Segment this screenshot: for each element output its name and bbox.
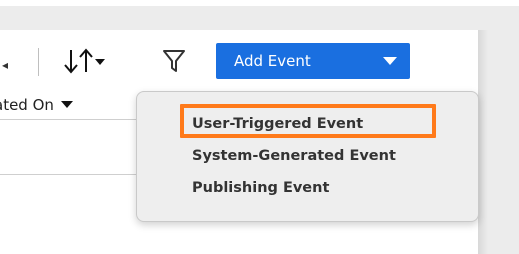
menu-item-publishing-event[interactable]: Publishing Event: [192, 180, 329, 196]
sort-button[interactable]: [62, 44, 132, 78]
filter-button[interactable]: [160, 46, 188, 76]
table-row-divider: [0, 174, 140, 175]
column-header-created-on[interactable]: ated On: [0, 92, 140, 118]
menu-item-user-triggered-event[interactable]: User-Triggered Event: [192, 116, 363, 132]
add-event-label: Add Event: [234, 52, 311, 70]
table-row-divider: [0, 119, 140, 120]
caret-down-icon: [60, 101, 73, 108]
previous-toolbar-icon-fragment[interactable]: ◂: [2, 58, 8, 72]
toolbar-divider: [38, 48, 39, 76]
column-header-label: ated On: [0, 96, 54, 114]
add-event-button[interactable]: Add Event: [216, 43, 410, 79]
panel-shadow: [478, 30, 488, 254]
funnel-icon: [163, 50, 185, 72]
window-top-edge: [0, 0, 519, 6]
sort-arrows-icon: [64, 48, 105, 74]
caret-down-icon[interactable]: [370, 43, 410, 79]
menu-item-system-generated-event[interactable]: System-Generated Event: [192, 148, 396, 164]
